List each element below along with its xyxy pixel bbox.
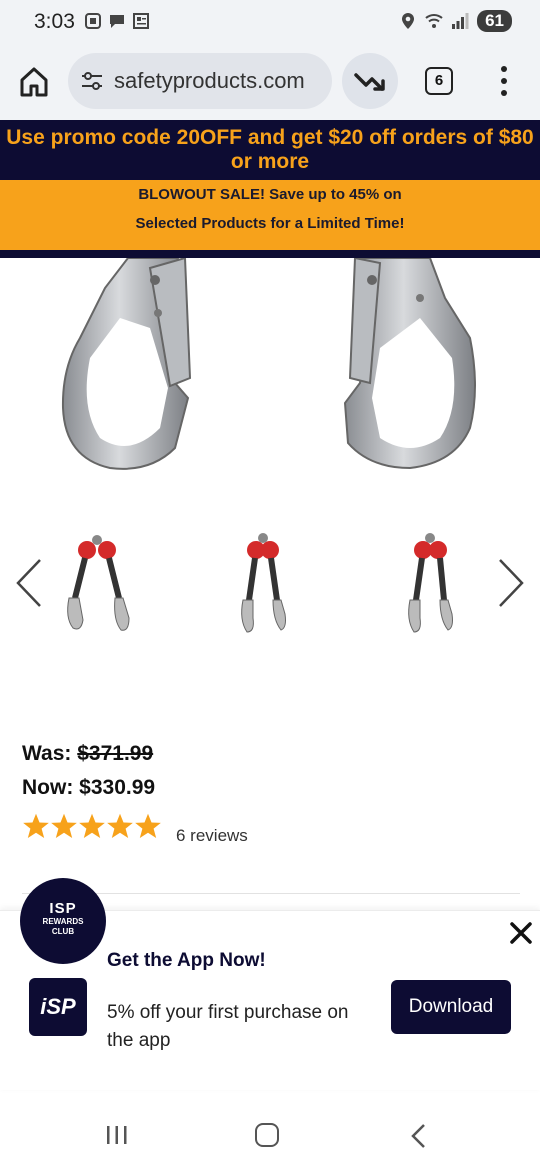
banner-divider bbox=[0, 250, 540, 258]
price-tracking-button[interactable] bbox=[342, 53, 398, 109]
thumbnail-1[interactable] bbox=[57, 528, 137, 640]
now-price: $330.99 bbox=[79, 776, 156, 799]
wifi-icon bbox=[425, 14, 443, 28]
price-was: Was: $371.99 bbox=[22, 742, 153, 766]
rewards-title: ISP bbox=[49, 900, 77, 917]
sale-text-line1: BLOWOUT SALE! Save up to 45% on bbox=[138, 186, 402, 203]
battery-indicator: 61 bbox=[477, 10, 512, 32]
home-circle-icon[interactable] bbox=[255, 1123, 279, 1147]
rewards-sub1: REWARDS bbox=[42, 917, 84, 926]
star-icon bbox=[23, 813, 49, 839]
site-settings-icon[interactable] bbox=[80, 70, 104, 92]
star-icon bbox=[79, 813, 105, 839]
snap-hook-left-icon bbox=[61, 258, 192, 470]
status-time: 3:03 bbox=[34, 10, 75, 33]
rewards-sub2: CLUB bbox=[51, 927, 75, 936]
chevron-right-icon[interactable] bbox=[494, 556, 530, 610]
promo-code-text: Use promo code 20OFF and get $20 off ord… bbox=[6, 126, 534, 173]
rewards-club-badge[interactable]: ISP REWARDS CLUB bbox=[20, 878, 106, 964]
was-price: $371.99 bbox=[77, 742, 154, 765]
star-icon bbox=[51, 813, 77, 839]
product-main-image[interactable] bbox=[0, 258, 540, 488]
screenshot-icon bbox=[85, 13, 101, 29]
close-icon[interactable] bbox=[508, 920, 534, 946]
url-text: safetyproducts.com bbox=[114, 68, 305, 93]
tabs-button[interactable]: 6 bbox=[425, 67, 453, 95]
browser-toolbar: safetyproducts.com 6 bbox=[0, 44, 540, 120]
sale-banner: BLOWOUT SALE! Save up to 45% on Selected… bbox=[0, 180, 540, 250]
status-bar: 3:03 61 bbox=[0, 0, 540, 44]
chevron-left-icon[interactable] bbox=[10, 556, 46, 610]
price-now: Now: $330.99 bbox=[22, 776, 155, 800]
system-nav-bar bbox=[0, 1100, 540, 1170]
star-icon bbox=[107, 813, 133, 839]
trending-down-icon bbox=[354, 73, 385, 91]
thumbnail-3[interactable] bbox=[390, 528, 470, 640]
isp-app-logo: iSP bbox=[29, 978, 87, 1036]
snap-hook-right-icon bbox=[343, 258, 476, 470]
now-label: Now: bbox=[22, 776, 74, 799]
thumbnail-carousel bbox=[0, 520, 540, 650]
more-vert-icon[interactable] bbox=[494, 66, 514, 98]
thumbnail-2[interactable] bbox=[223, 528, 303, 640]
signal-icon bbox=[452, 13, 469, 29]
address-bar[interactable]: safetyproducts.com bbox=[68, 53, 332, 109]
reviews-link[interactable]: 6 reviews bbox=[176, 826, 248, 846]
app-banner-title: Get the App Now! bbox=[107, 950, 266, 971]
star-icon bbox=[135, 813, 161, 839]
back-icon[interactable] bbox=[408, 1122, 430, 1150]
app-banner-description: 5% off your first purchase on the app bbox=[107, 1002, 349, 1051]
news-icon bbox=[133, 13, 149, 29]
download-button[interactable]: Download bbox=[391, 980, 511, 1034]
home-icon[interactable] bbox=[16, 64, 52, 100]
recent-apps-icon[interactable] bbox=[104, 1124, 130, 1146]
was-label: Was: bbox=[22, 742, 72, 765]
promo-banner: Use promo code 20OFF and get $20 off ord… bbox=[0, 120, 540, 180]
sale-text-line2: Selected Products for a Limited Time! bbox=[135, 215, 405, 232]
chat-icon bbox=[110, 15, 124, 28]
star-rating[interactable] bbox=[22, 812, 162, 840]
location-icon bbox=[402, 13, 415, 29]
